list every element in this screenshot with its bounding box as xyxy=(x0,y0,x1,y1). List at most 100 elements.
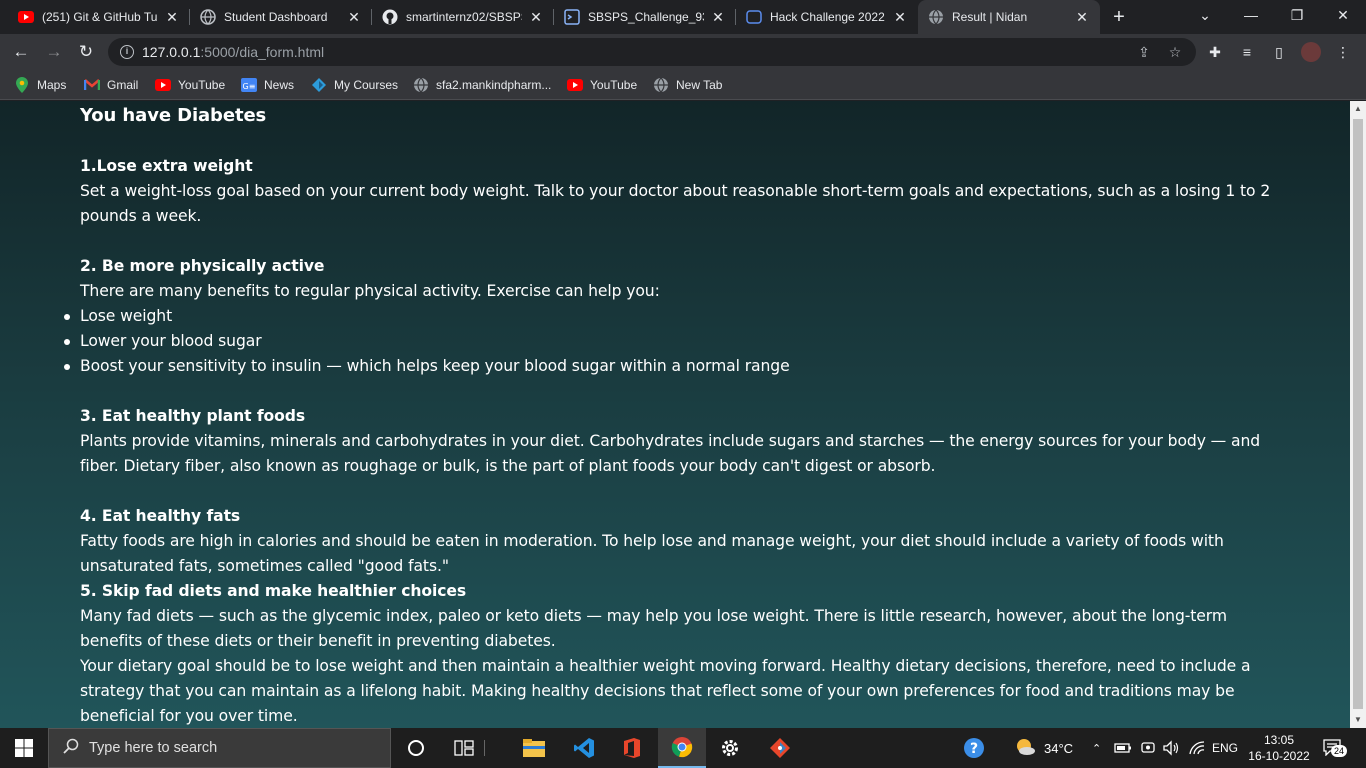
tab-hack-challenge[interactable]: Hack Challenge 2022 ✕ xyxy=(736,0,918,34)
weather-sun-icon xyxy=(1014,737,1036,760)
media-control-icon[interactable]: ≡ xyxy=(1237,42,1257,62)
address-bar[interactable]: i 127.0.0.1:5000/dia_form.html ⇪ ☆ xyxy=(108,38,1196,66)
bookmark-star-icon[interactable]: ☆ xyxy=(1166,43,1184,61)
profile-avatar[interactable] xyxy=(1301,42,1321,62)
windows-taskbar: Type here to search ? 34°C ⌃ ENG 13:05 1… xyxy=(0,728,1366,768)
tab-youtube-git[interactable]: (251) Git & GitHub Tu ✕ xyxy=(8,0,190,34)
weather-widget[interactable]: 34°C xyxy=(1014,728,1073,768)
language-indicator[interactable]: ENG xyxy=(1212,728,1238,768)
chrome-icon[interactable] xyxy=(658,728,706,768)
tab-title: (251) Git & GitHub Tu xyxy=(42,10,158,24)
reload-button[interactable]: ↻ xyxy=(73,39,99,65)
youtube-icon xyxy=(18,9,34,25)
vscode-icon[interactable] xyxy=(560,728,608,768)
result-content: You have Diabetes 1.Lose extra weight Se… xyxy=(64,101,1275,728)
office-icon[interactable] xyxy=(608,728,656,768)
bookmarks-bar: Maps Gmail YouTube G≡ News My Courses sf… xyxy=(0,70,1366,100)
youtube-icon xyxy=(567,77,583,93)
bookmark-news[interactable]: G≡ News xyxy=(241,76,294,94)
url-text[interactable]: 127.0.0.1:5000/dia_form.html xyxy=(142,44,324,60)
page-title: You have Diabetes xyxy=(80,105,267,126)
section-title: 3. Eat healthy plant foods xyxy=(80,407,306,425)
bookmark-youtube-2[interactable]: YouTube xyxy=(567,76,637,94)
bookmark-new-tab[interactable]: New Tab xyxy=(653,76,722,94)
tab-github[interactable]: smartinternz02/SBSPS ✕ xyxy=(372,0,554,34)
vscode-icon xyxy=(564,9,580,25)
benefits-list: Lose weight Lower your blood sugar Boost… xyxy=(64,304,1275,379)
extensions-icon[interactable]: ✚ xyxy=(1205,42,1225,62)
back-button[interactable]: ← xyxy=(8,39,34,65)
tab-title: Result | Nidan xyxy=(952,10,1028,24)
page-viewport: You have Diabetes 1.Lose extra weight Se… xyxy=(0,101,1350,728)
file-explorer-icon[interactable] xyxy=(510,728,558,768)
scrollbar-thumb[interactable] xyxy=(1353,119,1363,709)
scroll-down-icon[interactable]: ▼ xyxy=(1350,712,1366,728)
tab-title: Hack Challenge 2022 xyxy=(770,10,885,24)
close-window-button[interactable]: ✕ xyxy=(1320,0,1366,30)
battery-icon[interactable] xyxy=(1114,728,1132,768)
notification-count-badge: 24 xyxy=(1331,745,1348,757)
tab-result-nidan[interactable]: Result | Nidan ✕ xyxy=(918,0,1100,34)
close-tab-icon[interactable]: ✕ xyxy=(892,9,908,26)
bookmark-my-courses[interactable]: My Courses xyxy=(311,76,398,94)
minimize-button[interactable]: — xyxy=(1228,0,1274,30)
notification-center-button[interactable]: 24 xyxy=(1322,728,1348,768)
tab-title: smartinternz02/SBSPS xyxy=(406,10,522,24)
chrome-menu-icon[interactable]: ⋮ xyxy=(1333,42,1353,62)
bookmark-sfa2[interactable]: sfa2.mankindpharm... xyxy=(413,76,551,94)
taskbar-separator xyxy=(472,728,496,768)
notification-icon: 24 xyxy=(1322,738,1348,758)
clock[interactable]: 13:05 16-10-2022 xyxy=(1248,732,1310,764)
show-hidden-icons-icon[interactable]: ⌃ xyxy=(1092,728,1101,768)
forward-button[interactable]: → xyxy=(41,39,67,65)
tab-title: SBSPS_Challenge_930 xyxy=(588,10,704,24)
page-scrollbar[interactable]: ▲ ▼ xyxy=(1350,101,1366,728)
bookmark-maps[interactable]: Maps xyxy=(14,76,66,94)
svg-text:G≡: G≡ xyxy=(243,82,256,91)
close-tab-icon[interactable]: ✕ xyxy=(164,9,180,26)
share-icon[interactable]: ⇪ xyxy=(1135,43,1153,61)
site-info-icon[interactable]: i xyxy=(120,45,134,59)
github-icon xyxy=(382,9,398,25)
restore-button[interactable]: ❐ xyxy=(1274,0,1320,30)
globe-icon xyxy=(928,9,944,25)
taskbar-search-input[interactable]: Type here to search xyxy=(48,728,391,768)
section-text: There are many benefits to regular physi… xyxy=(80,282,660,300)
close-tab-icon[interactable]: ✕ xyxy=(1074,9,1090,26)
close-tab-icon[interactable]: ✕ xyxy=(710,9,726,26)
tab-sbsps-challenge[interactable]: SBSPS_Challenge_930 ✕ xyxy=(554,0,736,34)
browser-toolbar: ← → ↻ i 127.0.0.1:5000/dia_form.html ⇪ ☆… xyxy=(0,34,1366,70)
section-title: 2. Be more physically active xyxy=(80,257,325,275)
section-text: Your dietary goal should be to lose weig… xyxy=(80,657,1251,725)
gmail-icon xyxy=(84,77,100,93)
git-gui-icon[interactable] xyxy=(756,728,804,768)
section-title: 1.Lose extra weight xyxy=(80,157,253,175)
new-tab-button[interactable]: + xyxy=(1107,5,1131,29)
tab-student-dashboard[interactable]: Student Dashboard ✕ xyxy=(190,0,372,34)
search-icon xyxy=(63,738,79,758)
tab-search-icon[interactable]: ⌄ xyxy=(1182,0,1228,30)
close-tab-icon[interactable]: ✕ xyxy=(346,9,362,26)
settings-gear-icon[interactable] xyxy=(706,728,754,768)
volume-icon[interactable] xyxy=(1162,728,1180,768)
svg-text:?: ? xyxy=(970,741,978,757)
help-icon[interactable]: ? xyxy=(962,728,986,768)
section-text: Fatty foods are high in calories and sho… xyxy=(80,532,1224,575)
bookmark-gmail[interactable]: Gmail xyxy=(84,76,138,94)
youtube-icon xyxy=(155,77,171,93)
section-text: Set a weight-loss goal based on your cur… xyxy=(80,182,1271,225)
cortana-icon[interactable] xyxy=(392,728,440,768)
wifi-icon[interactable] xyxy=(1188,728,1206,768)
section-title: 5. Skip fad diets and make healthier cho… xyxy=(80,582,467,600)
start-button[interactable] xyxy=(0,728,48,768)
close-tab-icon[interactable]: ✕ xyxy=(528,9,544,26)
section-title: 4. Eat healthy fats xyxy=(80,507,241,525)
list-item: Boost your sensitivity to insulin — whic… xyxy=(64,354,1275,379)
meet-now-icon[interactable] xyxy=(1140,728,1156,768)
side-panel-icon[interactable]: ▯ xyxy=(1269,42,1289,62)
scroll-up-icon[interactable]: ▲ xyxy=(1350,101,1366,117)
tab-strip: (251) Git & GitHub Tu ✕ Student Dashboar… xyxy=(0,0,1366,34)
bookmark-youtube[interactable]: YouTube xyxy=(155,76,225,94)
list-item: Lose weight xyxy=(64,304,1275,329)
globe-icon xyxy=(653,77,669,93)
